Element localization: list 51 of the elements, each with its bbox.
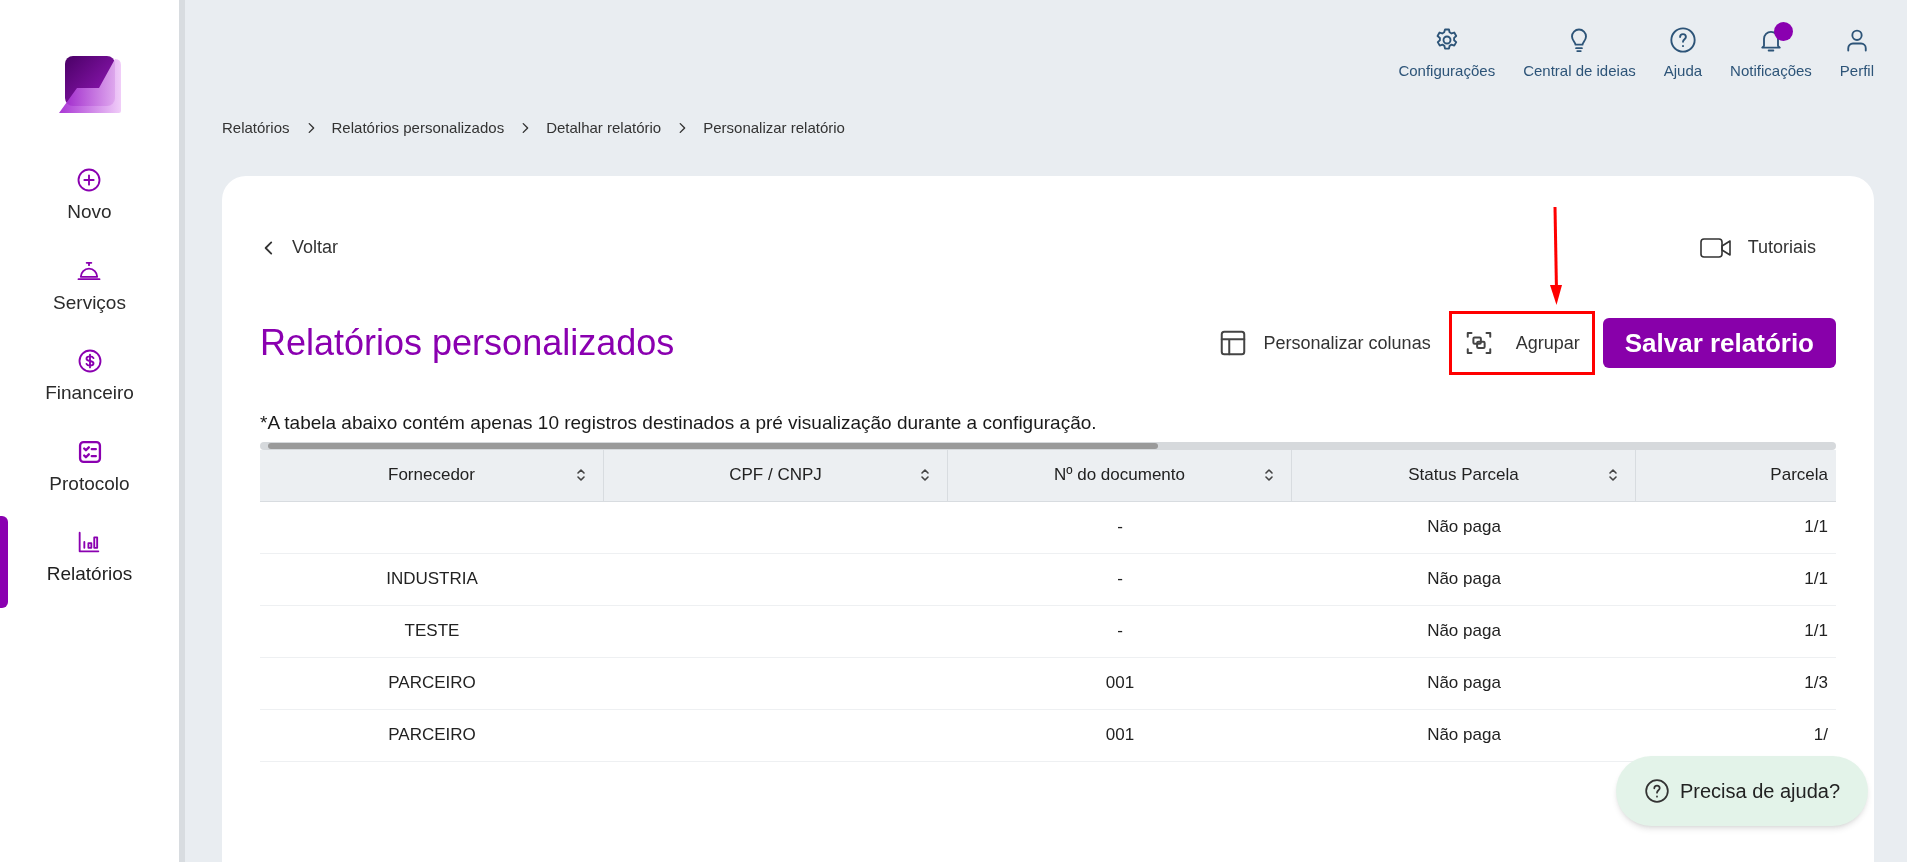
video-camera-icon [1699, 236, 1732, 259]
scrollbar-thumb[interactable] [268, 442, 1158, 449]
table-cell-text: Não paga [1427, 516, 1501, 539]
top-bar-item[interactable]: Perfil [1839, 26, 1874, 98]
breadcrumb-link[interactable]: Relatórios personalizados [331, 116, 505, 140]
table-cell-text: PARCEIRO [388, 724, 476, 747]
table-cell-text: 1/1 [1804, 568, 1828, 591]
table-cell-text: Não paga [1427, 724, 1501, 747]
group-button[interactable]: Agrupar [1457, 326, 1586, 360]
breadcrumb-link[interactable]: Relatórios [222, 116, 290, 140]
table-cell-text: - [1117, 620, 1123, 643]
breadcrumb-link[interactable]: Detalhar relatório [546, 116, 662, 140]
table-cell-text: TESTE [404, 620, 460, 643]
top-bar-item[interactable]: Configurações [1398, 26, 1496, 98]
column-header[interactable]: Fornecedor [388, 462, 475, 488]
tutorials-link[interactable]: Tutoriais [1699, 234, 1816, 261]
sidebar-item[interactable]: Financeiro [45, 347, 134, 408]
column-header[interactable]: Status Parcela [1408, 462, 1519, 488]
save-report-button[interactable]: Salvar relatório [1602, 318, 1836, 368]
table-cell-text: 1/ [1813, 724, 1828, 747]
top-bar-item[interactable]: Central de ideias [1523, 26, 1636, 98]
top-bar-item[interactable]: Ajuda [1663, 26, 1703, 98]
table-cell-text: Não paga [1427, 568, 1501, 591]
help-icon [1643, 778, 1670, 804]
sidebar-item[interactable]: Protocolo [49, 437, 130, 498]
back-link[interactable]: Voltar [260, 234, 339, 261]
sidebar-item[interactable]: Serviços [53, 256, 126, 317]
table-cell-text: - [1117, 516, 1123, 539]
table-cell-text: Não paga [1427, 672, 1501, 695]
help-chat-button[interactable]: Precisa de ajuda? [1615, 756, 1868, 826]
table-cell-text: 001 [1105, 672, 1135, 695]
customize-columns-button[interactable]: Personalizar colunas [1207, 320, 1441, 366]
table-cell-text: 1/1 [1804, 620, 1828, 643]
table-cell-text: 001 [1105, 724, 1135, 747]
column-header[interactable]: Nº do documento [1054, 462, 1185, 488]
table-cell-text: Não paga [1427, 620, 1501, 643]
column-header[interactable]: CPF / CNPJ [729, 462, 822, 488]
table-cell-text: PARCEIRO [388, 672, 476, 695]
page-title: Relatórios personalizados [260, 321, 675, 365]
sidebar-item[interactable]: Relatórios [46, 528, 133, 589]
preview-note: *A tabela abaixo contém apenas 10 registros destinados a pré visualização durante a configuração. [260, 411, 1098, 435]
breadcrumb-link[interactable]: Personalizar relatório [703, 116, 845, 140]
top-bar-item[interactable]: Notificações [1730, 26, 1812, 98]
table-cell-text: 1/1 [1804, 516, 1828, 539]
column-header[interactable]: Parcela [1770, 462, 1828, 488]
table-cell-text: INDUSTRIA [386, 568, 478, 591]
table-cell-text: 1/3 [1804, 672, 1828, 695]
table-cell-text: - [1117, 568, 1123, 591]
sidebar-item[interactable]: Novo [67, 166, 112, 227]
app-logo [58, 56, 121, 116]
help-icon [1668, 26, 1697, 54]
